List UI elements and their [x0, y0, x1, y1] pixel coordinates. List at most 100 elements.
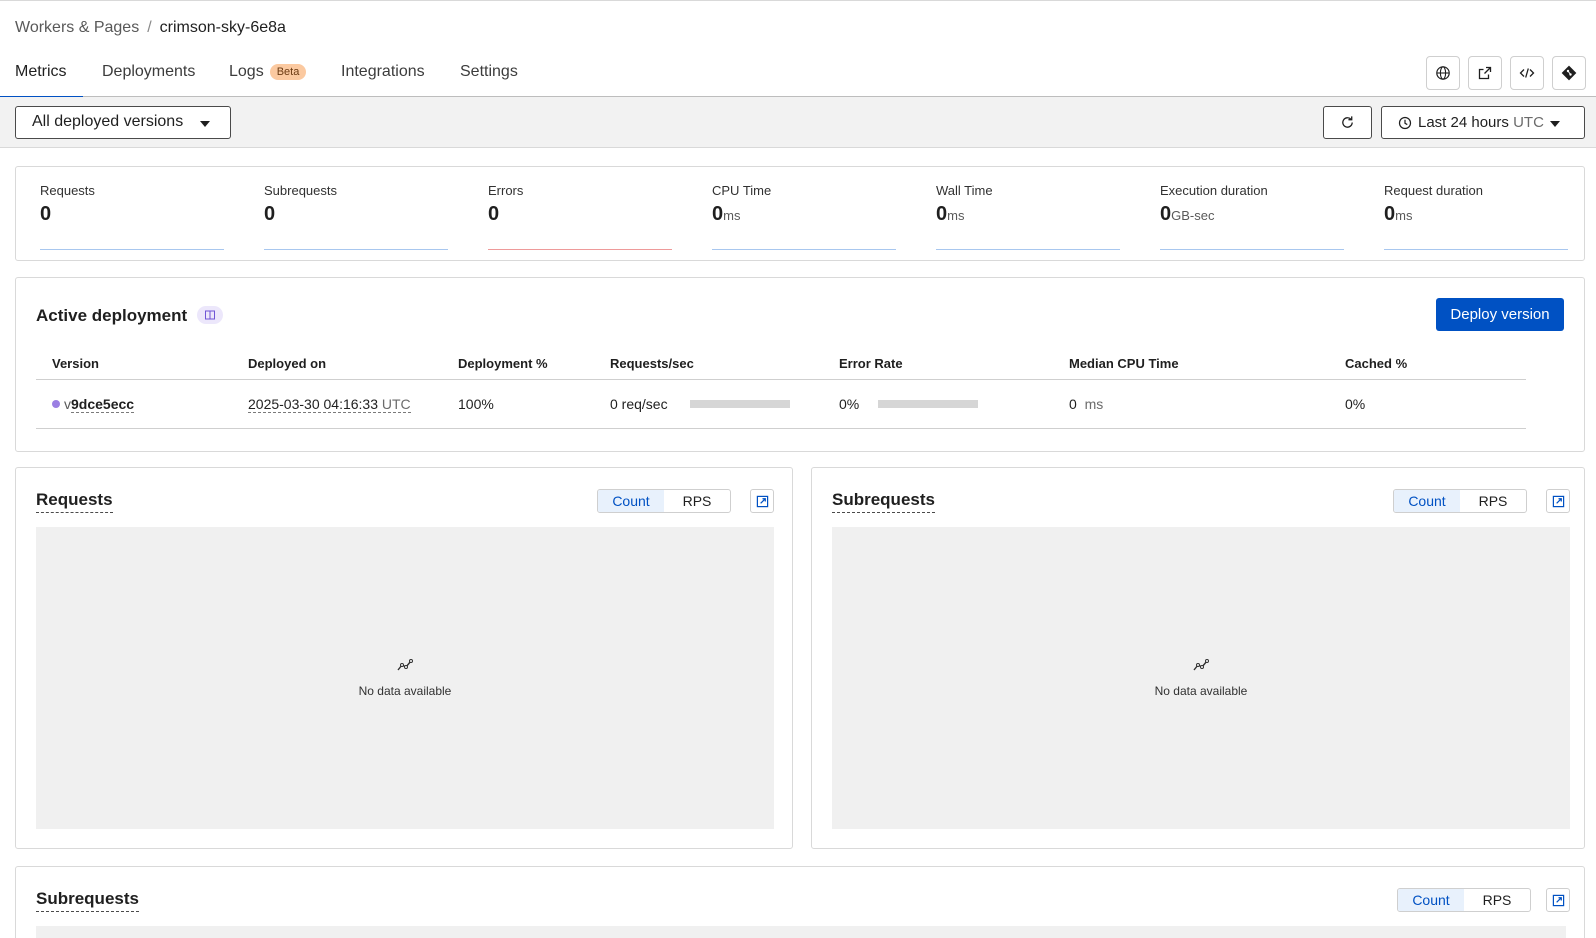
metric-requests: Requests 0 — [40, 183, 224, 250]
metric-wall-time: Wall Time 0ms — [936, 183, 1120, 250]
deploy-version-button[interactable]: Deploy version — [1436, 298, 1564, 331]
version-select[interactable]: All deployed versions — [15, 106, 231, 139]
metric-label: Subrequests — [264, 183, 337, 198]
median-cpu-unit: ms — [1084, 396, 1104, 412]
tab-bar: Metrics Deployments Logs Beta Integration… — [0, 52, 1596, 98]
toggle-count[interactable]: Count — [1394, 490, 1460, 512]
metric-unit: ms — [947, 208, 965, 223]
git-button[interactable] — [1552, 56, 1586, 90]
breadcrumb: Workers & Pages / crimson-sky-6e8a — [15, 19, 286, 37]
metric-sparkline — [936, 249, 1120, 250]
refresh-button[interactable] — [1323, 106, 1372, 139]
metric-value: 0 — [1160, 203, 1172, 225]
toggle-rps[interactable]: RPS — [1460, 490, 1526, 512]
column-header-cached-pct: Cached % — [1345, 356, 1408, 371]
version-status-dot — [52, 400, 60, 408]
requests-sec-cell: 0 req/sec — [610, 396, 668, 412]
time-zone-label: UTC — [1513, 114, 1544, 131]
refresh-icon — [1342, 116, 1353, 128]
requests-sec-bar — [690, 400, 790, 408]
version-link[interactable]: 9dce5ecc — [71, 396, 135, 413]
metric-value: 0 — [264, 203, 276, 225]
count-rps-toggle: Count RPS — [1393, 489, 1527, 513]
metric-request-duration: Request duration 0ms — [1384, 183, 1568, 250]
metric-sparkline — [40, 249, 224, 250]
tab-integrations[interactable]: Integrations — [341, 52, 425, 97]
median-cpu-cell: 0 ms — [1069, 396, 1103, 412]
metric-label: Wall Time — [936, 183, 993, 198]
metric-sparkline — [488, 249, 672, 250]
column-header-deployment-pct: Deployment % — [458, 356, 548, 371]
chevron-down-icon — [1550, 121, 1560, 127]
table-row-divider — [36, 428, 1526, 429]
metric-label: CPU Time — [712, 183, 772, 198]
metric-label: Errors — [488, 183, 524, 198]
tab-label: Deployments — [102, 63, 196, 80]
metric-execution-duration: Execution duration 0GB-sec — [1160, 183, 1344, 250]
clock-icon — [1398, 116, 1412, 130]
error-rate-bar — [878, 400, 978, 408]
deployed-on-value: 2025-03-30 04:16:33 — [248, 396, 378, 412]
metric-sparkline — [1384, 249, 1568, 250]
time-range-select[interactable]: Last 24 hours UTC — [1381, 106, 1585, 139]
expand-chart-button[interactable] — [750, 489, 774, 513]
open-external-button[interactable] — [1468, 56, 1502, 90]
expand-icon — [756, 495, 768, 507]
code-icon — [1519, 68, 1535, 78]
metric-errors: Errors 0 — [488, 183, 672, 250]
breadcrumb-parent-link[interactable]: Workers & Pages — [15, 19, 139, 37]
tab-label: Integrations — [341, 63, 425, 80]
chart-title[interactable]: Requests — [36, 490, 113, 513]
metric-value: 0 — [1384, 203, 1396, 225]
table-header-divider — [36, 379, 1526, 380]
column-header-deployed-on: Deployed on — [248, 356, 327, 371]
metric-unit: GB-sec — [1171, 208, 1215, 223]
globe-button[interactable] — [1426, 56, 1460, 90]
chart-title[interactable]: Subrequests — [832, 490, 935, 513]
metric-unit: ms — [723, 208, 741, 223]
toggle-count[interactable]: Count — [598, 490, 664, 512]
tab-settings[interactable]: Settings — [460, 52, 518, 97]
chart-plot-area: No data available — [832, 527, 1570, 829]
metric-sparkline — [1160, 249, 1344, 250]
tab-metrics[interactable]: Metrics — [0, 52, 82, 98]
metric-value: 0 — [712, 203, 724, 225]
git-icon — [1561, 65, 1577, 81]
deployment-pct-cell: 100% — [458, 396, 494, 412]
metric-value: 0 — [488, 203, 500, 225]
column-header-error-rate: Error Rate — [839, 356, 903, 371]
median-cpu-value: 0 — [1069, 396, 1077, 412]
tab-logs[interactable]: Logs Beta — [229, 52, 307, 97]
chevron-down-icon — [200, 121, 210, 127]
tab-deployments[interactable]: Deployments — [102, 52, 195, 97]
requests-chart-card: Requests Count RPS No data available — [15, 467, 793, 849]
edit-code-button[interactable] — [1510, 56, 1544, 90]
metric-label: Requests — [40, 183, 95, 198]
metric-cpu-time: CPU Time 0ms — [712, 183, 896, 250]
time-range-value: Last 24 hours — [1418, 114, 1509, 131]
version-cell: v9dce5ecc — [52, 396, 135, 413]
deployed-on-cell: 2025-03-30 04:16:33 UTC — [248, 396, 411, 413]
external-link-icon — [1478, 66, 1492, 80]
count-rps-toggle: Count RPS — [597, 489, 731, 513]
metric-sparkline — [712, 249, 896, 250]
toggle-rps[interactable]: RPS — [664, 490, 730, 512]
error-rate-cell: 0% — [839, 396, 860, 412]
no-data-message: No data available — [1154, 684, 1248, 698]
expand-chart-button[interactable] — [1546, 888, 1570, 912]
beta-badge: Beta — [269, 64, 307, 80]
deployed-on-timestamp[interactable]: 2025-03-30 04:16:33 UTC — [248, 396, 411, 413]
chart-title[interactable]: Subrequests — [36, 889, 139, 912]
column-header-median-cpu: Median CPU Time — [1069, 356, 1179, 371]
subrequests-chart-card: Subrequests Count RPS No data available — [811, 467, 1585, 849]
version-prefix: v — [64, 396, 71, 412]
metric-value: 0 — [936, 203, 948, 225]
version-select-value: All deployed versions — [32, 113, 184, 130]
toggle-count[interactable]: Count — [1398, 889, 1464, 911]
active-deployment-card: Active deployment Deploy version Version… — [15, 277, 1585, 452]
metrics-summary-card: Requests 0 Subrequests 0 Errors 0 CPU Ti… — [15, 166, 1585, 261]
expand-chart-button[interactable] — [1546, 489, 1570, 513]
docs-icon[interactable] — [197, 306, 224, 324]
metric-label: Execution duration — [1160, 183, 1268, 198]
toggle-rps[interactable]: RPS — [1464, 889, 1530, 911]
